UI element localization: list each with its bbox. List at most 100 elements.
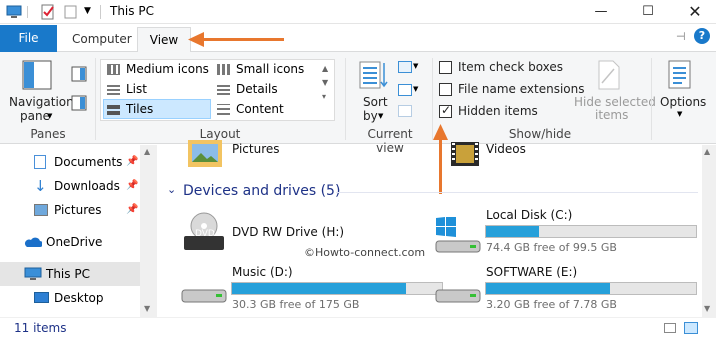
drive-e-name[interactable]: SOFTWARE (E:) (486, 265, 577, 279)
maximize-button[interactable]: ☐ (625, 0, 671, 24)
group-separator (95, 58, 96, 140)
window-title: This PC (110, 4, 154, 18)
add-columns-icon[interactable] (398, 84, 412, 96)
nav-item-pictures[interactable]: Pictures 📌 (0, 198, 140, 222)
item-count: 11 items (14, 321, 67, 335)
tab-file[interactable]: File (0, 25, 57, 52)
nav-label: Pictures (54, 203, 102, 217)
large-icons-view-icon[interactable] (684, 322, 698, 334)
nav-item-desktop[interactable]: Desktop (0, 286, 140, 310)
sort-by-label-2: by (363, 109, 378, 123)
details-icon (217, 84, 230, 95)
close-button[interactable]: ✕ (672, 0, 716, 24)
size-columns-icon[interactable] (398, 105, 412, 117)
nav-label: This PC (46, 267, 90, 281)
preview-pane-icon[interactable] (71, 66, 87, 82)
drive-dvd-name[interactable]: DVD RW Drive (H:) (232, 225, 344, 239)
drive-e-usage-bar (485, 282, 697, 295)
content-scrollbar[interactable] (702, 145, 716, 317)
nav-item-onedrive[interactable]: OneDrive (0, 230, 140, 254)
options-icon (668, 60, 691, 89)
medium-icons-icon (107, 64, 120, 75)
details-view-icon[interactable] (664, 323, 676, 333)
show-hide-group-label: Show/hide (508, 127, 572, 141)
title-bar: ▼ This PC — ☐ ✕ (0, 0, 716, 24)
watermark: ©Howto-connect.com (304, 246, 426, 259)
drive-d-usage-bar (231, 282, 443, 295)
folder-pictures[interactable]: Pictures (232, 142, 280, 156)
section-collapse-icon[interactable]: ⌄ (167, 183, 176, 196)
pin-icon[interactable]: 📌 (126, 174, 138, 198)
pin-icon[interactable]: 📌 (126, 198, 138, 222)
navigation-pane-button[interactable]: Navigation (9, 95, 74, 109)
pictures-folder-icon (188, 140, 222, 167)
nav-label: Documents (54, 155, 123, 169)
scroll-up-icon[interactable]: ▲ (704, 147, 710, 156)
documents-icon (34, 155, 46, 169)
pin-ribbon-icon[interactable]: ⊣ (676, 30, 686, 43)
new-folder-icon[interactable] (63, 4, 79, 20)
options-button[interactable]: Options (660, 95, 706, 109)
sort-by-button[interactable]: Sort (363, 95, 388, 109)
drive-d-name[interactable]: Music (D:) (232, 265, 293, 279)
hide-selected-items-icon (598, 60, 620, 90)
minimize-button[interactable]: — (578, 0, 624, 24)
annotation-arrowhead-left-icon (188, 32, 204, 47)
chevron-down-icon: ▼ (413, 62, 419, 70)
chevron-down-icon: ▼ (378, 112, 384, 120)
this-pc-icon (24, 267, 42, 280)
navigation-pane-icon (22, 60, 52, 90)
details-pane-icon[interactable] (71, 95, 87, 111)
folder-videos[interactable]: Videos (486, 142, 526, 156)
scroll-down-icon[interactable]: ▼ (144, 304, 150, 313)
tab-view[interactable]: View (137, 27, 191, 53)
software-drive-icon (435, 289, 481, 303)
nav-label: Downloads (54, 179, 120, 193)
scroll-down-icon[interactable]: ▼ (704, 304, 710, 313)
scroll-up-icon[interactable]: ▲ (144, 147, 150, 156)
file-name-extensions-checkbox[interactable] (439, 83, 452, 96)
drive-c-name[interactable]: Local Disk (C:) (486, 208, 572, 222)
section-divider (336, 192, 698, 193)
pin-icon[interactable]: 📌 (126, 150, 138, 174)
dvd-badge: DVD (195, 229, 215, 239)
nav-item-documents[interactable]: Documents 📌 (0, 150, 140, 174)
chevron-down-icon: ▼ (47, 112, 53, 120)
downloads-icon: ↓ (34, 177, 47, 195)
group-separator (651, 58, 652, 140)
drive-e-free: 3.20 GB free of 7.78 GB (486, 298, 617, 311)
group-by-icon[interactable] (398, 61, 412, 73)
tab-computer[interactable]: Computer (60, 28, 144, 52)
file-name-extensions-label: File name extensions (458, 82, 585, 96)
sort-by-icon (359, 61, 388, 89)
nav-scrollbar[interactable] (140, 145, 157, 317)
quick-access-dropdown-icon[interactable]: ▼ (84, 6, 91, 16)
annotation-arrow-vertical (439, 138, 442, 194)
drive-c-free: 74.4 GB free of 99.5 GB (486, 241, 617, 254)
chevron-down-icon: ▼ (413, 85, 419, 93)
onedrive-cloud-icon (25, 237, 42, 247)
item-check-boxes-checkbox[interactable] (439, 61, 452, 74)
hidden-items-checkbox[interactable] (439, 103, 452, 118)
properties-icon[interactable] (40, 4, 56, 20)
this-pc-icon (6, 5, 22, 18)
drive-e-usage-fill (486, 283, 610, 294)
annotation-arrowhead-up-icon (433, 124, 448, 140)
hide-selected-items-button[interactable]: Hide selected (574, 95, 656, 109)
help-icon[interactable]: ? (694, 28, 710, 44)
item-check-boxes-label: Item check boxes (458, 60, 564, 74)
drive-c-usage-fill (486, 226, 539, 237)
layout-group-label: Layout (199, 127, 241, 141)
music-drive-icon (181, 289, 227, 303)
group-separator (345, 58, 346, 140)
nav-item-this-pc[interactable]: This PC (0, 262, 140, 286)
nav-item-downloads[interactable]: ↓ Downloads 📌 (0, 174, 140, 198)
drive-c-usage-bar (485, 225, 697, 238)
pictures-icon (34, 204, 48, 216)
hidden-items-label: Hidden items (458, 104, 538, 118)
tiles-icon (107, 104, 120, 115)
devices-section-title[interactable]: Devices and drives (5) (183, 183, 340, 199)
layout-scroll-icon[interactable]: ▲ ▼ ▾ (322, 62, 328, 104)
desktop-icon (34, 292, 49, 303)
chevron-down-icon: ▼ (677, 110, 683, 118)
